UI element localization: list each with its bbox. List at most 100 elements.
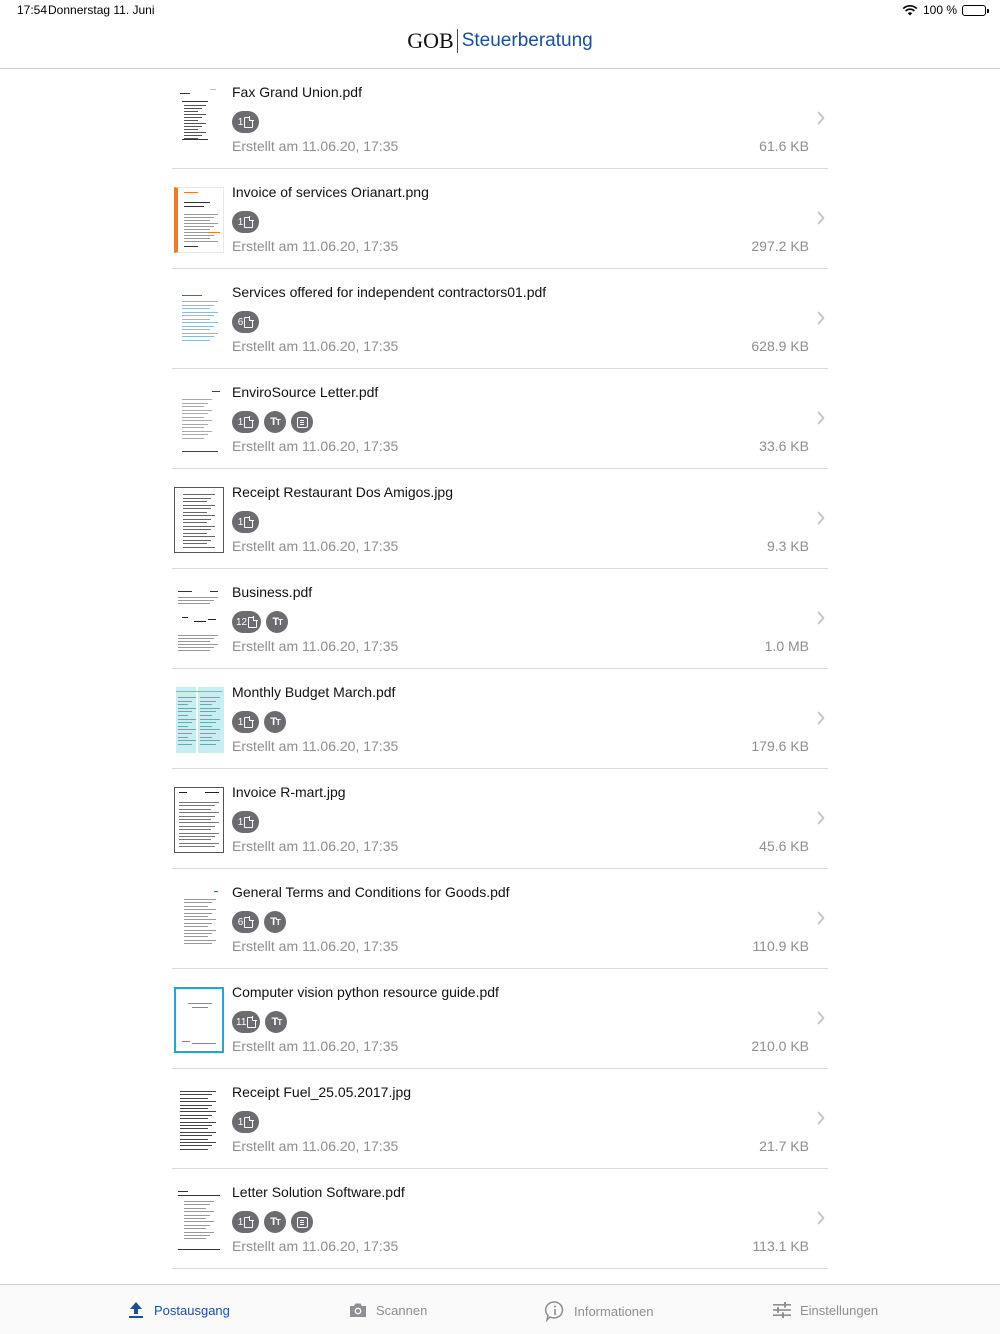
- header: GOB Steuerberatung: [0, 22, 1000, 69]
- file-size: 9.3 KB: [766, 538, 809, 554]
- file-row[interactable]: EnviroSource Letter.pdf 1 TT Erstellt am…: [172, 369, 828, 469]
- file-badges: 1 TT: [232, 711, 286, 733]
- document-icon: [244, 515, 255, 528]
- chevron-right-icon: [817, 111, 825, 125]
- file-name: Invoice R-mart.jpg: [232, 784, 346, 800]
- file-created: Erstellt am 11.06.20, 17:35: [232, 638, 399, 654]
- document-icon: [244, 1215, 255, 1228]
- chevron-right-icon: [817, 1111, 825, 1125]
- page-count: 6: [237, 916, 244, 928]
- text-size-icon: TT: [271, 1016, 283, 1028]
- chevron-right-icon: [817, 211, 825, 225]
- file-badges: 1 TT: [232, 1211, 313, 1233]
- scan-text-icon: [296, 416, 308, 428]
- document-icon: [244, 115, 255, 128]
- file-name: Letter Solution Software.pdf: [232, 1184, 405, 1200]
- file-row[interactable]: Invoice R-mart.jpg 1 Erstellt am 11.06.2…: [172, 769, 828, 869]
- document-icon: [244, 715, 255, 728]
- page-count-badge: 6: [232, 911, 259, 933]
- file-badges: 11 TT: [232, 1011, 288, 1033]
- battery-percent: 100 %: [922, 3, 957, 17]
- chevron-right-icon: [817, 611, 825, 625]
- page-count: 1: [237, 1116, 244, 1128]
- document-icon: [244, 415, 255, 428]
- wifi-icon: [902, 4, 918, 16]
- file-name: Invoice of services Orianart.png: [232, 184, 429, 200]
- tab-informationen[interactable]: Informationen: [544, 1300, 654, 1322]
- file-created: Erstellt am 11.06.20, 17:35: [232, 238, 399, 254]
- text-recognition-badge: TT: [266, 611, 289, 633]
- status-right: 100 %: [902, 3, 989, 17]
- file-name: Receipt Fuel_25.05.2017.jpg: [232, 1084, 412, 1100]
- file-row[interactable]: Invoice of services Orianart.png 1 Erste…: [172, 169, 828, 269]
- file-thumbnail: [174, 187, 224, 253]
- camera-icon: [350, 1303, 366, 1317]
- page-count: 11: [236, 1016, 247, 1028]
- file-thumbnail: [174, 887, 224, 953]
- file-row[interactable]: Computer vision python resource guide.pd…: [172, 969, 828, 1069]
- file-name: Monthly Budget March.pdf: [232, 684, 396, 700]
- file-badges: 1: [232, 1111, 259, 1133]
- file-row[interactable]: Receipt Fuel_25.05.2017.jpg 1 Erstellt a…: [172, 1069, 828, 1169]
- page-count-badge: 11: [232, 1011, 261, 1033]
- file-created: Erstellt am 11.06.20, 17:35: [232, 538, 399, 554]
- text-size-icon: TT: [270, 916, 281, 928]
- file-thumbnail: [174, 787, 224, 853]
- page-count-badge: 1: [232, 411, 259, 433]
- file-name: Computer vision python resource guide.pd…: [232, 984, 499, 1000]
- file-size: 113.1 KB: [752, 1238, 809, 1254]
- page-count-badge: 1: [232, 811, 259, 833]
- file-list: Fax Grand Union.pdf 1 Erstellt am 11.06.…: [172, 69, 828, 1269]
- upload-icon: [129, 1302, 143, 1318]
- tab-scannen[interactable]: Scannen: [348, 1300, 427, 1320]
- file-size: 297.2 KB: [751, 238, 809, 254]
- file-created: Erstellt am 11.06.20, 17:35: [232, 1138, 399, 1154]
- file-name: Business.pdf: [232, 584, 313, 600]
- document-icon: [244, 315, 255, 328]
- page-count: 1: [237, 416, 244, 428]
- file-row[interactable]: Fax Grand Union.pdf 1 Erstellt am 11.06.…: [172, 69, 828, 169]
- chevron-right-icon: [817, 811, 825, 825]
- text-size-icon: TT: [270, 416, 281, 428]
- document-icon: [244, 815, 255, 828]
- file-size: 628.9 KB: [751, 338, 809, 354]
- chevron-right-icon: [817, 511, 825, 525]
- tab-label: Scannen: [376, 1302, 428, 1318]
- file-row[interactable]: General Terms and Conditions for Goods.p…: [172, 869, 828, 969]
- tab-postausgang[interactable]: Postausgang: [126, 1300, 230, 1320]
- text-recognition-badge: TT: [264, 411, 286, 433]
- file-name: Receipt Restaurant Dos Amigos.jpg: [232, 484, 453, 500]
- tab-label: Informationen: [574, 1303, 654, 1319]
- file-row[interactable]: Monthly Budget March.pdf 1 TT Erstellt a…: [172, 669, 828, 769]
- file-thumbnail: [174, 587, 224, 653]
- file-created: Erstellt am 11.06.20, 17:35: [232, 438, 399, 454]
- file-name: Fax Grand Union.pdf: [232, 84, 362, 100]
- page-count-badge: 6: [232, 311, 259, 333]
- file-row[interactable]: Letter Solution Software.pdf 1 TT Erstel…: [172, 1169, 828, 1269]
- file-size: 110.9 KB: [752, 938, 809, 954]
- file-row[interactable]: Business.pdf 12 TT Erstellt am 11.06.20,…: [172, 569, 828, 669]
- file-size: 45.6 KB: [759, 838, 809, 854]
- document-icon: [248, 615, 259, 628]
- tab-einstellungen[interactable]: Einstellungen: [772, 1300, 878, 1320]
- file-badges: 12 TT: [232, 611, 289, 633]
- file-row[interactable]: Services offered for independent contrac…: [172, 269, 828, 369]
- page-count: 1: [237, 1216, 244, 1228]
- document-icon: [244, 1115, 255, 1128]
- text-size-icon: TT: [272, 616, 283, 628]
- file-size: 61.6 KB: [759, 138, 809, 154]
- battery-icon: [962, 4, 989, 16]
- page-count: 1: [237, 716, 244, 728]
- page-count-badge: 12: [232, 611, 262, 633]
- logo-steuerberatung: Steuerberatung: [461, 30, 593, 51]
- file-badges: 1: [232, 111, 259, 133]
- status-bar: 17:54 Donnerstag 11. Juni 100 %: [0, 0, 1000, 22]
- page-count-badge: 1: [232, 711, 259, 733]
- file-size: 179.6 KB: [751, 738, 809, 754]
- sliders-icon: [773, 1302, 791, 1318]
- text-recognition-badge: TT: [264, 711, 286, 733]
- file-row[interactable]: Receipt Restaurant Dos Amigos.jpg 1 Erst…: [172, 469, 828, 569]
- document-icon: [247, 1015, 258, 1028]
- file-size: 210.0 KB: [751, 1038, 809, 1054]
- page-count: 1: [237, 116, 244, 128]
